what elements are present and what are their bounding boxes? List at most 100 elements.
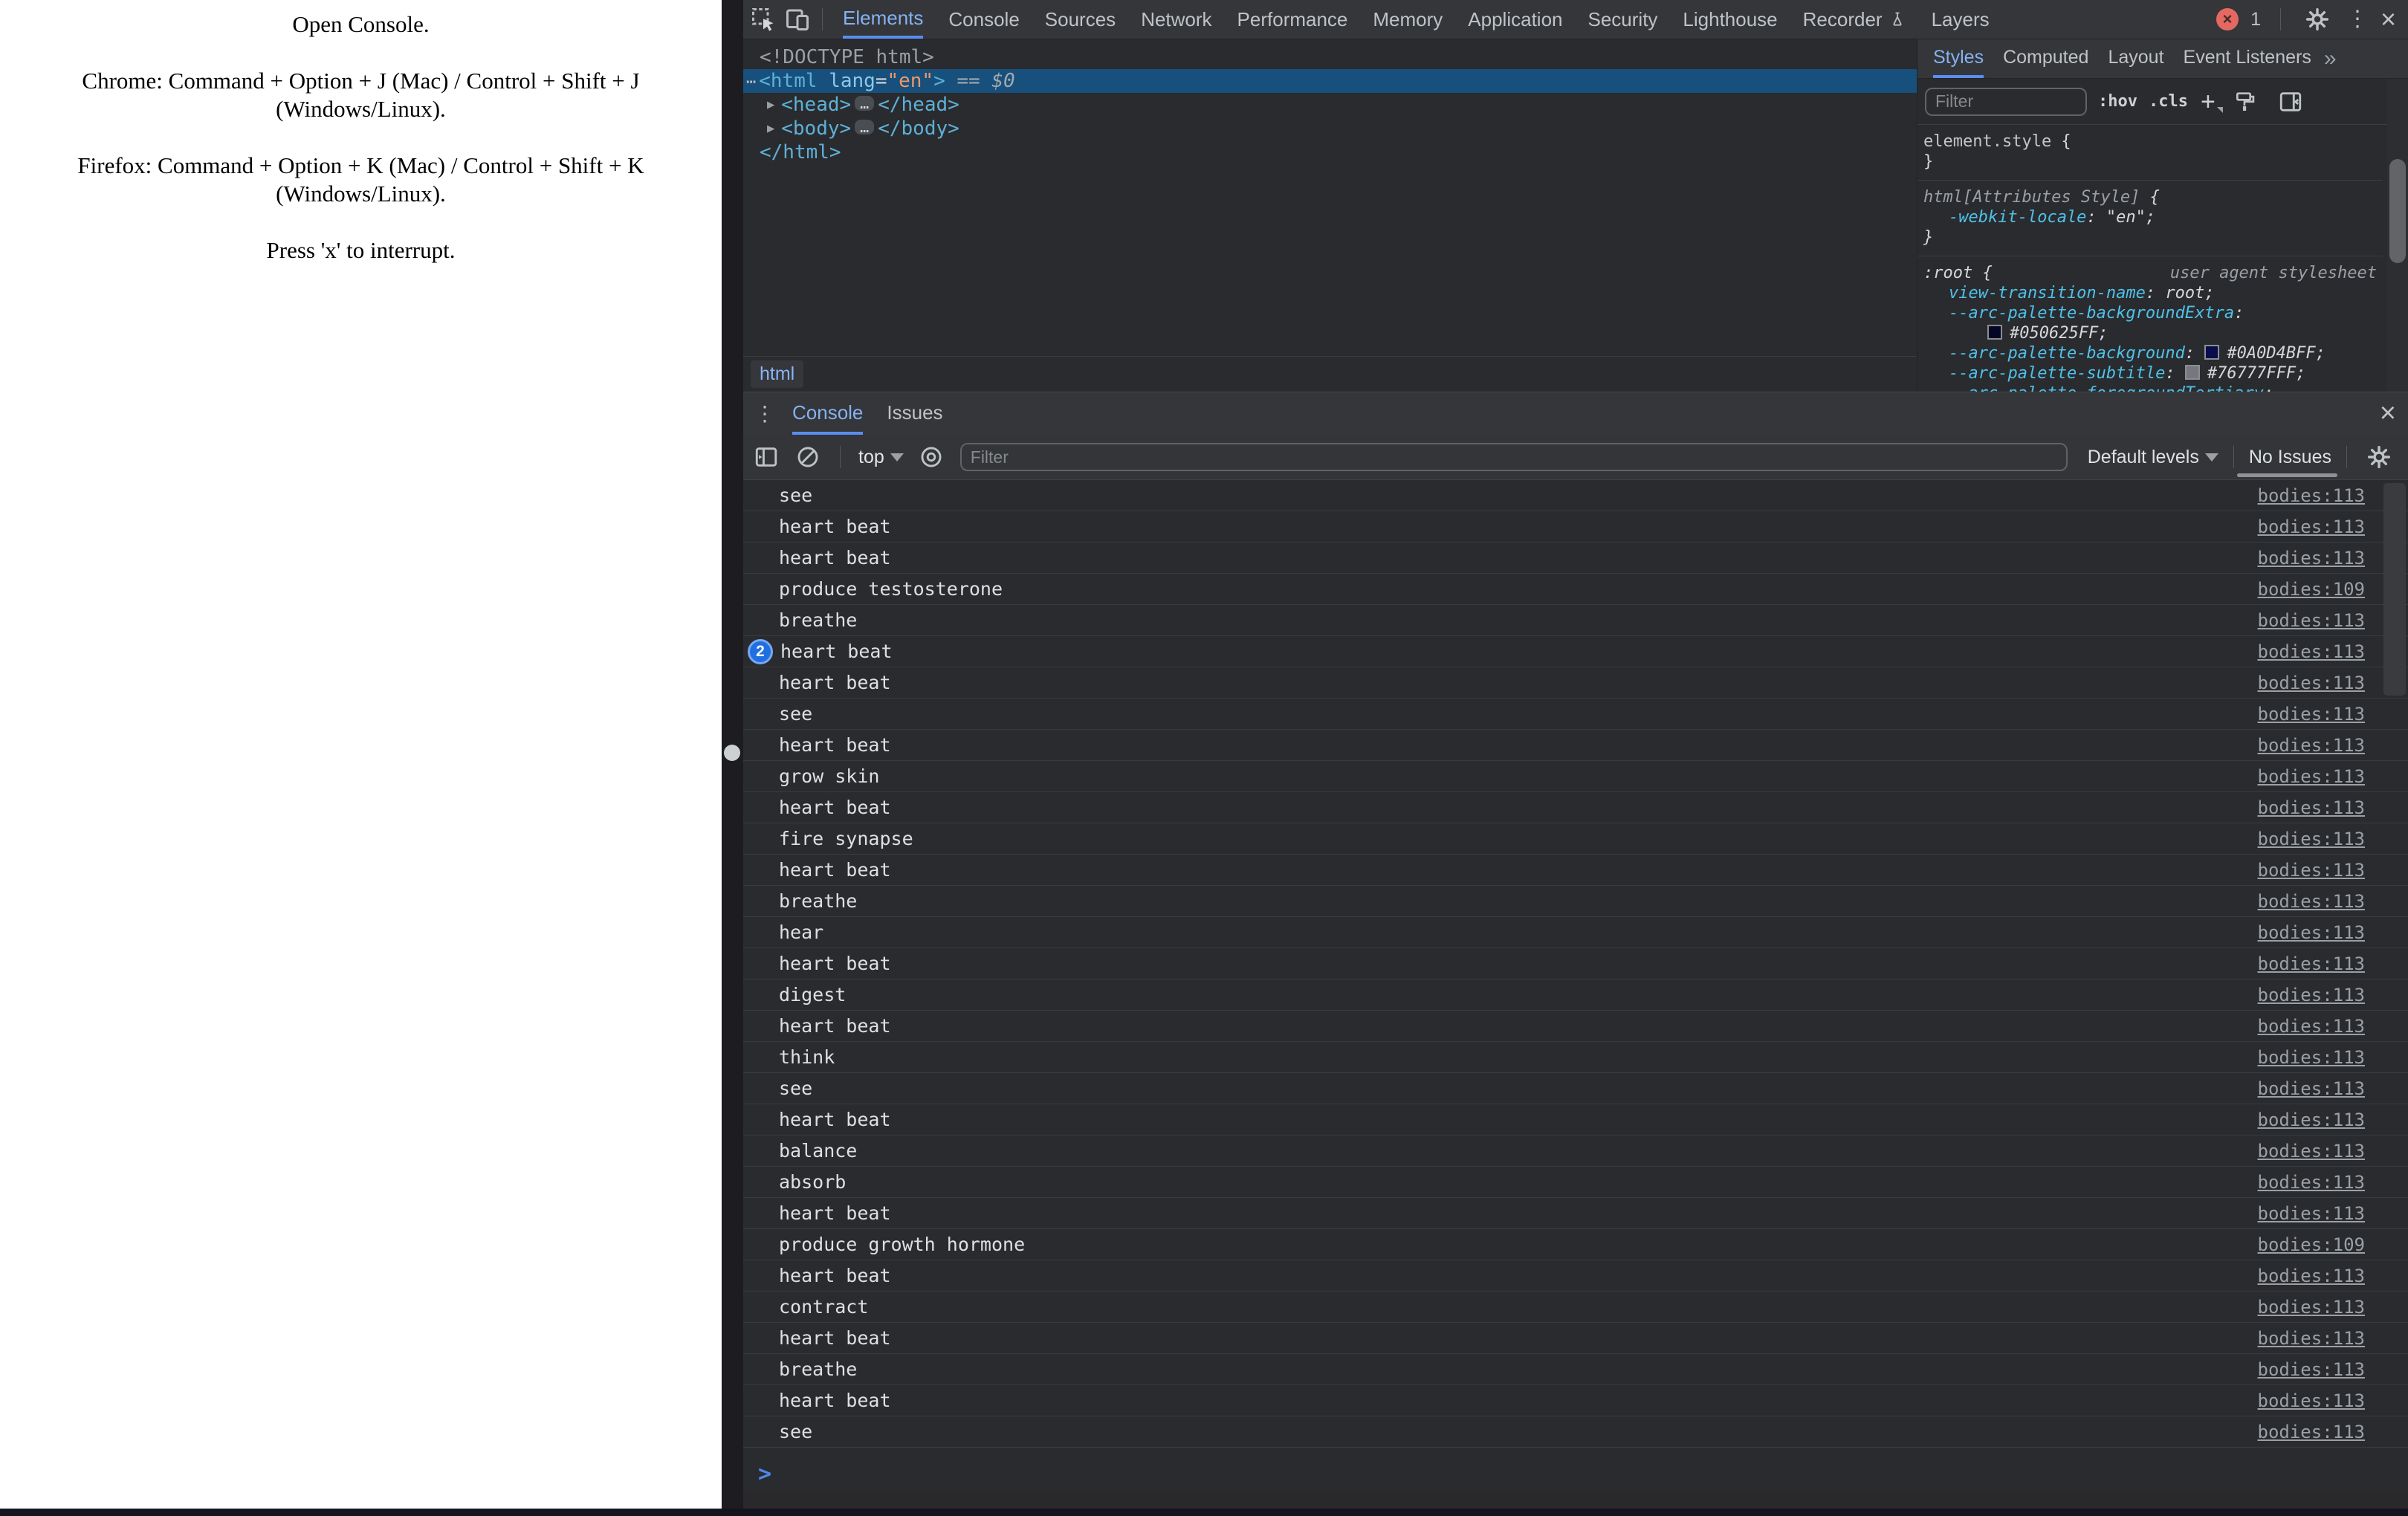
source-location-link[interactable]: bodies:113 [2258, 829, 2366, 849]
console-log-row[interactable]: fire synapse bodies:113 [743, 823, 2408, 855]
console-log-row[interactable]: heart beat bodies:113 [743, 1011, 2408, 1042]
css-color-swatch[interactable] [2204, 345, 2220, 360]
source-location-link[interactable]: bodies:113 [2258, 922, 2366, 943]
console-log-row[interactable]: grow skin bodies:113 [743, 761, 2408, 792]
css-line[interactable]: } [1923, 227, 2383, 247]
dom-node[interactable]: <!DOCTYPE html> [743, 45, 1917, 69]
source-location-link[interactable]: bodies:113 [2258, 485, 2366, 506]
device-toolbar-icon[interactable] [780, 2, 815, 36]
console-log-row[interactable]: see bodies:113 [743, 699, 2408, 730]
console-log-row[interactable]: balance bodies:113 [743, 1136, 2408, 1167]
console-log-row[interactable]: 2 heart beat bodies:113 [743, 636, 2408, 667]
source-location-link[interactable]: bodies:113 [2258, 1390, 2366, 1411]
css-color-swatch[interactable] [1987, 325, 2002, 340]
console-log-row[interactable]: heart beat bodies:113 [743, 542, 2408, 574]
console-menu-kebab-icon[interactable]: ⋮ [749, 401, 780, 426]
new-style-rule-button[interactable]: + [2201, 89, 2223, 114]
source-location-link[interactable]: bodies:109 [2258, 579, 2366, 600]
toggle-hover-state-button[interactable]: :hov [2098, 92, 2137, 111]
expand-ellipsis-button[interactable]: … [855, 96, 875, 111]
devtools-tab-lighthouse[interactable]: Lighthouse [1683, 0, 1777, 39]
css-line[interactable]: --arc-palette-background: #0A0D4BFF; [1923, 343, 2383, 363]
console-log-row[interactable]: breathe bodies:113 [743, 605, 2408, 636]
source-location-link[interactable]: bodies:113 [2258, 1422, 2366, 1442]
console-log-row[interactable]: heart beat bodies:113 [743, 1385, 2408, 1416]
console-log-row[interactable]: produce growth hormone bodies:109 [743, 1229, 2408, 1260]
devtools-tab-layers[interactable]: Layers [1932, 0, 1990, 39]
source-location-link[interactable]: bodies:113 [2258, 1016, 2366, 1037]
close-devtools-icon[interactable]: × [2381, 6, 2396, 33]
styles-scrollbar-track[interactable] [2387, 79, 2408, 392]
devtools-resize-divider[interactable] [722, 0, 743, 1509]
console-sidebar-icon[interactable] [749, 440, 783, 474]
source-location-link[interactable]: bodies:113 [2258, 1141, 2366, 1162]
dom-node[interactable]: ▶ <body>… </body> [743, 117, 1917, 140]
live-expression-eye-icon[interactable] [914, 440, 948, 474]
source-location-link[interactable]: bodies:113 [2258, 704, 2366, 725]
console-log-row[interactable]: breathe bodies:113 [743, 886, 2408, 917]
source-location-link[interactable]: bodies:113 [2258, 1328, 2366, 1349]
css-line[interactable]: --arc-palette-subtitle: #76777FFF; [1923, 363, 2383, 383]
console-log-row[interactable]: contract bodies:113 [743, 1292, 2408, 1323]
styles-tab-layout[interactable]: Layout [2108, 39, 2163, 78]
css-line[interactable]: --arc-palette-backgroundExtra: [1923, 303, 2383, 323]
more-tabs-chevron-icon[interactable]: » [2324, 46, 2337, 71]
devtools-tab-application[interactable]: Application [1468, 0, 1562, 39]
source-location-link[interactable]: bodies:113 [2258, 1297, 2366, 1318]
console-log-row[interactable]: think bodies:113 [743, 1042, 2408, 1073]
dom-node[interactable]: ▶ <head>… </head> [743, 93, 1917, 117]
devtools-tab-security[interactable]: Security [1588, 0, 1658, 39]
settings-gear-icon[interactable] [2300, 2, 2334, 36]
dom-node[interactable]: </html> [743, 140, 1917, 164]
css-line[interactable]: } [1923, 152, 2383, 172]
console-tab-issues[interactable]: Issues [887, 392, 942, 435]
devtools-tab-recorder[interactable]: Recorder [1803, 0, 1906, 39]
console-log-row[interactable]: produce testosterone bodies:109 [743, 574, 2408, 605]
source-location-link[interactable]: bodies:113 [2258, 797, 2366, 818]
console-log-row[interactable]: heart beat bodies:113 [743, 511, 2408, 542]
console-settings-gear-icon[interactable] [2362, 440, 2396, 474]
clear-console-icon[interactable] [791, 440, 825, 474]
devtools-tab-sources[interactable]: Sources [1045, 0, 1116, 39]
console-log-row[interactable]: heart beat bodies:113 [743, 730, 2408, 761]
devtools-tab-memory[interactable]: Memory [1373, 0, 1443, 39]
console-log-row[interactable]: see bodies:113 [743, 480, 2408, 511]
source-location-link[interactable]: bodies:113 [2258, 860, 2366, 881]
console-log-row[interactable]: heart beat bodies:113 [743, 1104, 2408, 1136]
resize-handle-dot[interactable] [724, 745, 740, 761]
more-options-kebab-icon[interactable]: ⋮ [2346, 8, 2369, 30]
console-filter-input[interactable] [959, 443, 2068, 471]
console-log-row[interactable]: heart beat bodies:113 [743, 792, 2408, 823]
console-log-row[interactable]: heart beat bodies:113 [743, 1323, 2408, 1354]
devtools-tab-network[interactable]: Network [1141, 0, 1211, 39]
console-log-row[interactable]: heart beat bodies:113 [743, 1260, 2408, 1292]
console-prompt[interactable]: > [743, 1457, 2408, 1491]
console-input-area[interactable] [743, 1491, 2408, 1509]
css-line[interactable]: view-transition-name: root; [1923, 283, 2383, 303]
source-location-link[interactable]: bodies:113 [2258, 1110, 2366, 1130]
javascript-context-selector[interactable]: top [858, 447, 904, 468]
source-location-link[interactable]: bodies:113 [2258, 641, 2366, 662]
css-line[interactable]: --arc-palette-foregroundTertiary: [1923, 383, 2383, 392]
devtools-tab-console[interactable]: Console [948, 0, 1019, 39]
console-log-row[interactable]: breathe bodies:113 [743, 1354, 2408, 1385]
log-levels-dropdown[interactable]: Default levels [2088, 447, 2218, 468]
styles-filter-input[interactable] [1925, 87, 2087, 116]
css-line[interactable]: #050625FF; [1923, 323, 2383, 343]
source-location-link[interactable]: bodies:113 [2258, 985, 2366, 1005]
console-log-row[interactable]: heart beat bodies:113 [743, 855, 2408, 886]
console-log-row[interactable]: see bodies:113 [743, 1416, 2408, 1448]
console-log-row[interactable]: hear bodies:113 [743, 917, 2408, 948]
console-log-row[interactable]: see bodies:113 [743, 1073, 2408, 1104]
expand-ellipsis-button[interactable]: … [855, 120, 875, 135]
styles-tab-computed[interactable]: Computed [2003, 39, 2088, 78]
source-location-link[interactable]: bodies:113 [2258, 1266, 2366, 1286]
source-location-link[interactable]: bodies:109 [2258, 1234, 2366, 1255]
source-location-link[interactable]: bodies:113 [2258, 1203, 2366, 1224]
paint-brush-icon[interactable] [2228, 85, 2262, 119]
css-color-swatch[interactable] [2184, 365, 2200, 380]
source-location-link[interactable]: bodies:113 [2258, 610, 2366, 631]
error-badge-icon[interactable]: × [2216, 8, 2239, 30]
source-location-link[interactable]: bodies:113 [2258, 673, 2366, 693]
source-location-link[interactable]: bodies:113 [2258, 1047, 2366, 1068]
